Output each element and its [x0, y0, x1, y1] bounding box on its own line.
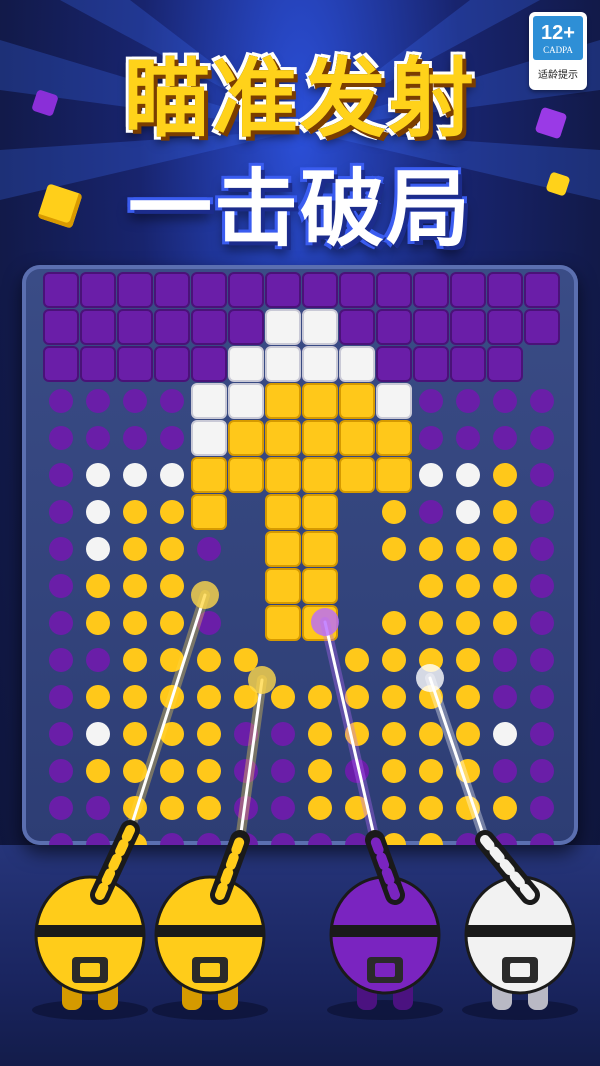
laser-beam [428, 676, 487, 842]
laser-impact [311, 608, 339, 636]
shooter-shadow [32, 1000, 148, 1020]
shooter-backpack-panel [375, 963, 395, 977]
shooter-strap [466, 925, 574, 937]
shooter-shadow [152, 1000, 268, 1020]
shooter-strap [156, 925, 264, 937]
shooter-backpack-panel [510, 963, 530, 977]
laser-beam [323, 620, 377, 842]
laser-impact [248, 666, 276, 694]
laser-beam [128, 593, 207, 832]
shooter-strap [331, 925, 439, 937]
shooter-backpack-panel [200, 963, 220, 977]
laser-layer [32, 581, 578, 1020]
shooter-strap [36, 925, 144, 937]
shooter-shadow [327, 1000, 443, 1020]
laser-impact [191, 581, 219, 609]
laser-beam [238, 678, 264, 842]
shooter-shadow [462, 1000, 578, 1020]
shooter-backpack-panel [80, 963, 100, 977]
laser-impact [416, 664, 444, 692]
